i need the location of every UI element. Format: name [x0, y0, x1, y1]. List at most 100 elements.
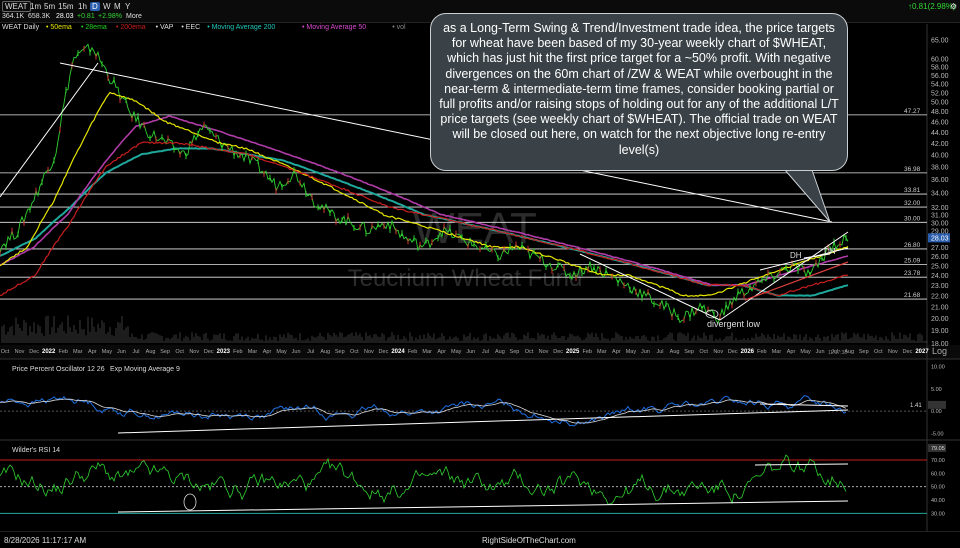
key-level-label: 23.78 — [904, 270, 921, 277]
x-axis-label: Apr — [437, 349, 446, 355]
ppo-tick-label: 10.00 — [931, 364, 945, 370]
ppo-tick-label: 0.00 — [931, 409, 942, 415]
x-axis-label: May — [451, 349, 462, 355]
price-tick-label: 24.00 — [931, 273, 949, 280]
x-axis-label: Aug — [670, 349, 680, 355]
x-axis-label: Oct — [699, 349, 708, 355]
x-axis-label: Jun — [466, 349, 475, 355]
last-price-tag-text: 28.03 — [931, 235, 949, 242]
x-axis-label: Jul — [307, 349, 314, 355]
x-axis-label: Feb — [233, 349, 242, 355]
x-axis-label: Feb — [582, 349, 591, 355]
x-axis-label: Sep — [684, 349, 694, 355]
price-tick-label: 25.00 — [931, 263, 949, 270]
price-tick-label: 38.00 — [931, 164, 949, 171]
key-level-label: 30.00 — [904, 215, 921, 222]
uptrend-line — [0, 62, 99, 198]
ppo-legend: Price Percent Oscillator 12 26 — [12, 366, 105, 373]
x-axis-label: Mar — [422, 349, 432, 355]
rising-wedge-upper — [719, 231, 849, 321]
price-tick-label: 54.00 — [931, 81, 949, 88]
price-tick-label: 42.00 — [931, 141, 949, 148]
key-level-label: 25.09 — [904, 258, 921, 265]
x-axis-label: Dec — [204, 349, 214, 355]
rsi-tick-label: 50.00 — [931, 485, 945, 491]
price-tick-label: 65.00 — [931, 38, 949, 45]
x-axis-label: Feb — [408, 349, 417, 355]
price-tick-label: 48.00 — [931, 109, 949, 116]
x-axis-label: 2023 — [217, 349, 231, 355]
ppo-legend-2: Exp Moving Average 9 — [110, 366, 180, 373]
rsi-line — [0, 454, 847, 505]
key-level-label: 32.00 — [904, 200, 921, 207]
price-tick-label: 58.00 — [931, 65, 949, 72]
x-axis-label: Oct — [874, 349, 883, 355]
x-axis-label: Nov — [15, 349, 25, 355]
x-axis-label: Nov — [539, 349, 549, 355]
x-axis-label: 2024 — [391, 349, 405, 355]
x-axis-label: Jun — [117, 349, 126, 355]
x-axis-label: Feb — [757, 349, 766, 355]
x-axis-label: Sep — [335, 349, 345, 355]
ppo-tag — [928, 400, 946, 409]
key-level-label: 47.27 — [904, 108, 921, 115]
x-axis-label: Aug — [146, 349, 156, 355]
x-axis-label: Jul — [482, 349, 489, 355]
price-tick-label: 21.00 — [931, 305, 949, 312]
x-axis-label: Nov — [888, 349, 898, 355]
x-axis-label: 2027 — [915, 349, 929, 355]
x-axis-label: Apr — [88, 349, 97, 355]
x-axis-label: Apr — [787, 349, 796, 355]
divergent-high-label-2: DH — [824, 247, 836, 256]
x-axis-label: Mar — [73, 349, 83, 355]
x-axis-label: May — [626, 349, 637, 355]
ppo-tick-label: -5.00 — [931, 432, 944, 438]
price-tick-label: 26.00 — [931, 254, 949, 261]
timestamp: 8/28/2026 11:17:17 AM — [4, 536, 87, 545]
x-axis-label: May — [800, 349, 811, 355]
x-axis-label: Sep — [160, 349, 170, 355]
price-tick-label: 32.00 — [931, 205, 949, 212]
x-axis-label: Feb — [58, 349, 67, 355]
x-axis-label: Jul — [132, 349, 139, 355]
x-axis-label: Jun — [816, 349, 825, 355]
price-tick-label: 36.00 — [931, 177, 949, 184]
price-tick-label: 46.00 — [931, 119, 949, 126]
price-tick-label: 52.00 — [931, 90, 949, 97]
x-axis-label: Aug — [320, 349, 330, 355]
rsi-tag-text: 79.05 — [931, 446, 945, 452]
rsi-divergence-line — [754, 463, 849, 466]
x-axis-label: Sep — [510, 349, 520, 355]
price-tick-label: 19.00 — [931, 328, 949, 335]
x-axis-label: Aug — [844, 349, 854, 355]
x-axis-label: Dec — [379, 349, 389, 355]
x-axis-label: Oct — [175, 349, 184, 355]
key-level-label: 33.81 — [904, 187, 921, 194]
rsi-tick-label: 40.00 — [931, 498, 945, 504]
price-tick-label: 20.00 — [931, 316, 949, 323]
site-credit: RightSideOfTheChart.com — [482, 536, 576, 545]
x-axis-label: Jul — [831, 349, 838, 355]
price-tick-label: 31.00 — [931, 213, 949, 220]
divergent-low-label: divergent low — [707, 319, 761, 329]
x-axis-label: Nov — [713, 349, 723, 355]
rsi-tick-label: 70.00 — [931, 458, 945, 464]
x-axis-label: Oct — [350, 349, 359, 355]
x-axis-label: Aug — [495, 349, 505, 355]
x-axis-label: Jul — [656, 349, 663, 355]
price-tick-label: 34.00 — [931, 191, 949, 198]
rsi-legend: Wilder's RSI 14 — [12, 447, 60, 454]
lower-channel-line — [579, 253, 721, 321]
key-level-label: 36.98 — [904, 166, 921, 173]
x-axis-label: Jun — [641, 349, 650, 355]
x-axis-label: Dec — [553, 349, 563, 355]
price-tick-label: 40.00 — [931, 152, 949, 159]
x-axis-label: Dec — [903, 349, 913, 355]
key-level-label: 26.80 — [904, 242, 921, 249]
ppo-tick-label: 5.00 — [931, 387, 942, 393]
ppo-tag-text: 1.41 — [910, 403, 922, 409]
x-axis-label: Mar — [772, 349, 782, 355]
rsi-tick-label: 30.00 — [931, 511, 945, 517]
x-axis-label: Apr — [612, 349, 621, 355]
rsi-tick-label: 60.00 — [931, 471, 945, 477]
